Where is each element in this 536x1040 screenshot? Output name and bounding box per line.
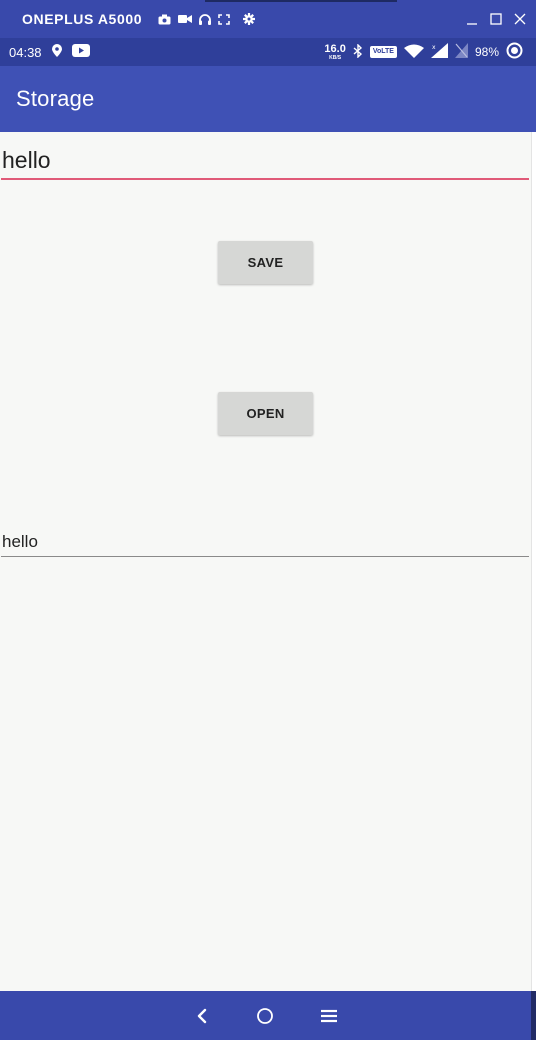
app-window: ONEPLUS A5000 04:38 16.0 KB/S VoLTE x 98… bbox=[0, 0, 536, 1040]
status-left: 04:38 bbox=[0, 44, 90, 60]
status-right: 16.0 KB/S VoLTE x 98% bbox=[324, 42, 523, 62]
location-pin-icon bbox=[51, 44, 62, 60]
status-time: 04:38 bbox=[9, 44, 42, 60]
video-icon[interactable] bbox=[178, 14, 193, 24]
right-gutter bbox=[531, 132, 536, 991]
window-title-bar: ONEPLUS A5000 bbox=[0, 0, 536, 38]
signal-icon: x bbox=[430, 43, 448, 61]
net-speed: 16.0 KB/S bbox=[324, 42, 346, 61]
volte-badge: VoLTE bbox=[369, 46, 397, 58]
status-bar: 04:38 16.0 KB/S VoLTE x 98% bbox=[0, 38, 536, 66]
headphones-icon[interactable] bbox=[199, 13, 212, 25]
home-icon[interactable] bbox=[252, 1003, 278, 1029]
save-button[interactable]: SAVE bbox=[218, 241, 313, 284]
battery-percent: 98% bbox=[474, 45, 499, 59]
battery-ring-icon bbox=[506, 42, 523, 62]
window-title: ONEPLUS A5000 bbox=[22, 11, 143, 27]
output-field[interactable] bbox=[1, 530, 529, 557]
wifi-icon bbox=[403, 44, 424, 61]
net-speed-value: 16.0 bbox=[324, 42, 346, 55]
net-speed-unit: KB/S bbox=[329, 54, 342, 61]
navigation-bar bbox=[0, 991, 536, 1040]
settings-icon[interactable] bbox=[243, 13, 256, 25]
menu-icon[interactable] bbox=[316, 1003, 342, 1029]
no-sim-icon bbox=[454, 43, 468, 61]
back-icon[interactable] bbox=[189, 1003, 215, 1029]
fullscreen-icon[interactable] bbox=[218, 13, 230, 25]
window-controls bbox=[466, 13, 526, 25]
minimize-icon[interactable] bbox=[466, 13, 478, 25]
close-icon[interactable] bbox=[514, 13, 526, 25]
app-bar: Storage bbox=[0, 66, 536, 132]
main-content: SAVE OPEN bbox=[0, 132, 531, 991]
text-input[interactable] bbox=[1, 144, 529, 180]
open-button[interactable]: OPEN bbox=[218, 392, 313, 435]
svg-text:x: x bbox=[432, 44, 436, 51]
window-toolbar bbox=[158, 13, 256, 25]
youtube-icon bbox=[71, 44, 90, 60]
camera-icon[interactable] bbox=[158, 14, 171, 25]
page-title: Storage bbox=[16, 86, 95, 111]
bluetooth-icon bbox=[353, 42, 363, 61]
maximize-icon[interactable] bbox=[490, 13, 502, 25]
